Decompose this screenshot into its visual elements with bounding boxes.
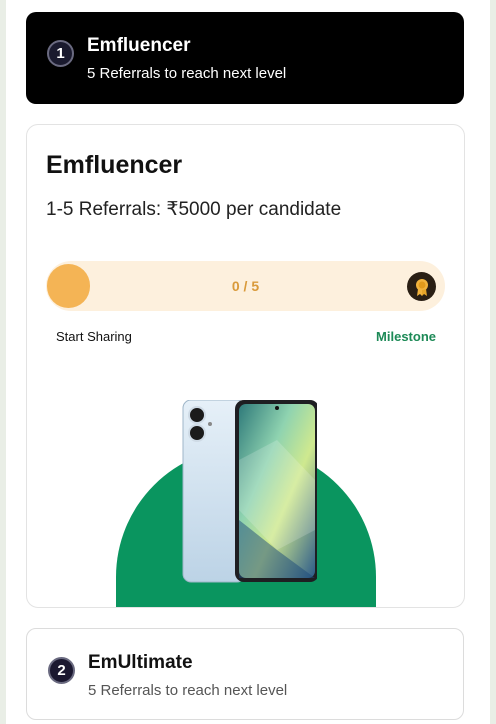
page: 1 Emfluencer 5 Referrals to reach next l… xyxy=(6,0,490,724)
referral-progress-bar: 0 / 5 xyxy=(46,261,445,311)
tier-title: Emfluencer xyxy=(87,35,191,56)
phone-image xyxy=(177,399,319,585)
tier-card-emfluencer[interactable]: 1 Emfluencer 5 Referrals to reach next l… xyxy=(26,12,464,104)
tier-subtitle: 5 Referrals to reach next level xyxy=(88,682,288,699)
medal-icon xyxy=(407,272,436,301)
tier-detail-card: Emfluencer 1-5 Referrals: ₹5000 per cand… xyxy=(26,124,465,608)
tier-number-badge: 2 xyxy=(48,657,75,684)
start-sharing-label: Start Sharing xyxy=(56,329,132,344)
milestone-label: Milestone xyxy=(376,329,436,344)
referral-rate-text: 1-5 Referrals: ₹5000 per candidate xyxy=(46,199,342,220)
tier-title: EmUltimate xyxy=(88,652,193,673)
tier-card-emultimate[interactable]: 2 EmUltimate 5 Referrals to reach next l… xyxy=(26,628,464,720)
progress-count: 0 / 5 xyxy=(231,278,260,294)
tier-number-badge: 1 xyxy=(47,40,74,67)
tier-subtitle: 5 Referrals to reach next level xyxy=(87,65,287,82)
detail-title: Emfluencer xyxy=(46,151,183,179)
